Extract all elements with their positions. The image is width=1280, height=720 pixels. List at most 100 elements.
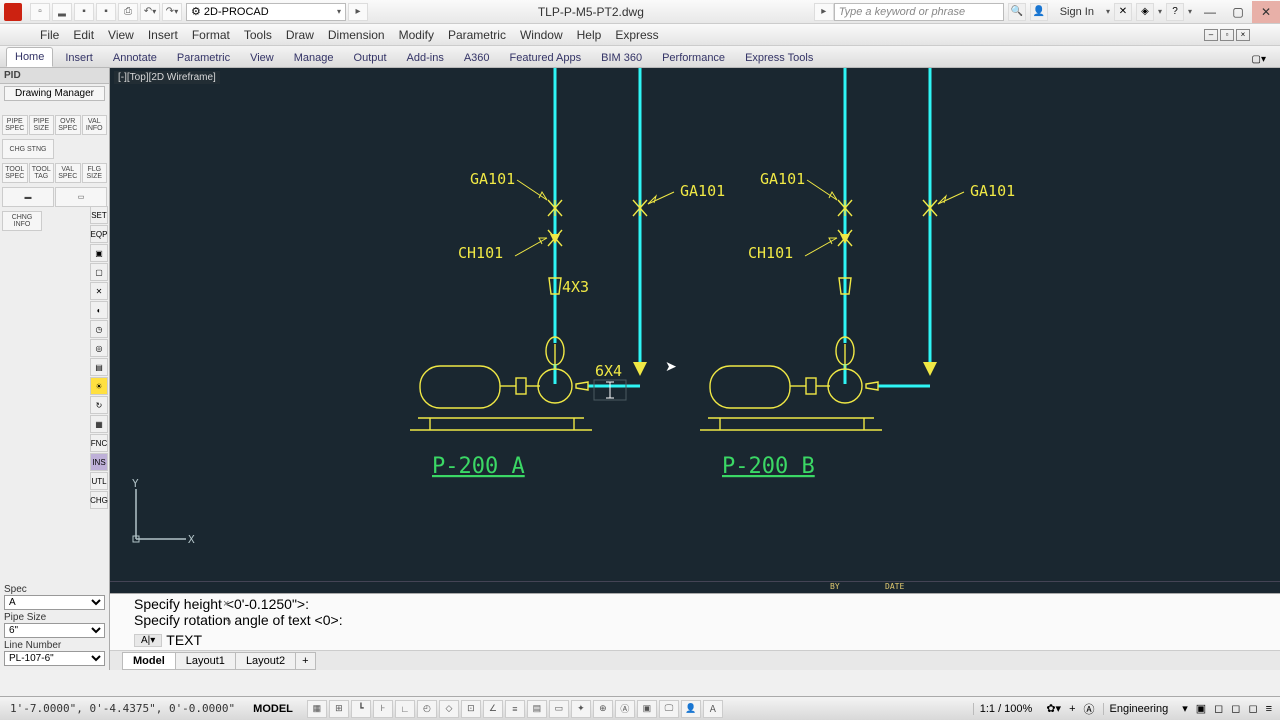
pal-r-rot[interactable]: ↻: [90, 396, 108, 414]
qat-new-icon[interactable]: ▫: [30, 3, 50, 21]
a360-icon[interactable]: ◈: [1136, 3, 1154, 21]
pal-r-chg[interactable]: CHG: [90, 491, 108, 509]
status-ortho-icon[interactable]: ∟: [395, 700, 415, 718]
status-custom-icon[interactable]: ≡: [1266, 703, 1272, 715]
qat-undo-icon[interactable]: ↶▾: [140, 3, 160, 21]
pal-tool-tag[interactable]: TOOL TAG: [29, 163, 55, 183]
status-qs-icon[interactable]: ⊕: [593, 700, 613, 718]
pal-r-tnk[interactable]: ▣: [90, 244, 108, 262]
menu-view[interactable]: View: [108, 28, 134, 42]
status-otrack-icon[interactable]: ∠: [483, 700, 503, 718]
status-scale[interactable]: 1:1 / 100%: [973, 703, 1039, 715]
status-plus-icon[interactable]: +: [1069, 703, 1075, 715]
spec-select[interactable]: A: [4, 595, 105, 610]
menu-dimension[interactable]: Dimension: [328, 28, 385, 42]
menu-tools[interactable]: Tools: [244, 28, 272, 42]
exchange-icon[interactable]: ✕: [1114, 3, 1132, 21]
menu-format[interactable]: Format: [192, 28, 230, 42]
tab-parametric[interactable]: Parametric: [169, 49, 238, 67]
status-x1-icon[interactable]: ◻: [1214, 702, 1223, 715]
size-select[interactable]: 6": [4, 623, 105, 638]
tab-layout2[interactable]: Layout2: [235, 652, 296, 670]
tab-add[interactable]: +: [295, 652, 315, 670]
pal-r-box[interactable]: ▦: [90, 415, 108, 433]
tab-home[interactable]: Home: [6, 47, 53, 67]
tab-express-tools[interactable]: Express Tools: [737, 49, 821, 67]
tab-bim360[interactable]: BIM 360: [593, 49, 650, 67]
pal-val-info[interactable]: VAL INFO: [82, 115, 108, 135]
pal-pipe-spec[interactable]: PIPE SPEC: [2, 115, 28, 135]
status-osnap-icon[interactable]: ⊡: [461, 700, 481, 718]
search-back-icon[interactable]: ▸: [814, 3, 834, 21]
pal-r-fnc[interactable]: FNC: [90, 434, 108, 452]
pal-r-utl[interactable]: UTL: [90, 472, 108, 490]
ribbon-collapse-icon[interactable]: ▢▾: [1244, 52, 1274, 67]
a360-dropdown-icon[interactable]: ▾: [1158, 7, 1162, 16]
pal-draw1[interactable]: ▬: [2, 187, 54, 207]
minimize-button[interactable]: —: [1196, 1, 1224, 23]
status-ppl-icon[interactable]: 👤: [681, 700, 701, 718]
status-grid-icon[interactable]: ▦: [307, 700, 327, 718]
pal-r-vsl[interactable]: ▢: [90, 263, 108, 281]
pal-r-cmp[interactable]: ◎: [90, 339, 108, 357]
status-gear1-icon[interactable]: ✿▾: [1046, 702, 1061, 715]
menu-window[interactable]: Window: [520, 28, 563, 42]
qat-redo-icon[interactable]: ↷▾: [162, 3, 182, 21]
pal-ovr-spec[interactable]: OVR SPEC: [55, 115, 81, 135]
signin-dropdown-icon[interactable]: ▾: [1106, 7, 1110, 16]
tab-layout1[interactable]: Layout1: [175, 652, 236, 670]
pal-r-str[interactable]: ▤: [90, 358, 108, 376]
qat-save-icon[interactable]: ▪: [74, 3, 94, 21]
cmd-handle-icon[interactable]: ↘: [223, 614, 239, 627]
status-sel-icon[interactable]: ▭: [549, 700, 569, 718]
status-ann-icon[interactable]: Ⓐ: [615, 700, 635, 718]
status-trn-icon[interactable]: ▤: [527, 700, 547, 718]
menu-express[interactable]: Express: [615, 28, 658, 42]
tab-model[interactable]: Model: [122, 652, 176, 670]
pal-r-eqp[interactable]: EQP: [90, 225, 108, 243]
pal-r-sun[interactable]: ☀: [90, 377, 108, 395]
status-infer-icon[interactable]: ┗: [351, 700, 371, 718]
doc-restore-icon[interactable]: ▫: [1220, 29, 1234, 41]
pal-r-ins[interactable]: INS: [90, 453, 108, 471]
tab-insert[interactable]: Insert: [57, 49, 101, 67]
pal-r-xch[interactable]: ✕: [90, 282, 108, 300]
cmd-close-icon[interactable]: ×: [223, 598, 239, 610]
pal-val-spec[interactable]: VAL SPEC: [55, 163, 81, 183]
status-mon-icon[interactable]: 🖵: [659, 700, 679, 718]
pal-chg-stng[interactable]: CHG STNG: [2, 139, 54, 159]
drawing-canvas[interactable]: [-][Top][2D Wireframe] GA101 CH: [110, 68, 1280, 581]
search-input[interactable]: Type a keyword or phrase: [834, 3, 1004, 21]
pal-tool-spec[interactable]: TOOL SPEC: [2, 163, 28, 183]
qat-open-icon[interactable]: ▂: [52, 3, 72, 21]
status-x3-icon[interactable]: ◻: [1248, 702, 1257, 715]
menu-draw[interactable]: Draw: [286, 28, 314, 42]
tab-manage[interactable]: Manage: [286, 49, 342, 67]
menu-parametric[interactable]: Parametric: [448, 28, 506, 42]
tab-output[interactable]: Output: [346, 49, 395, 67]
menu-edit[interactable]: Edit: [73, 28, 94, 42]
tab-annotate[interactable]: Annotate: [105, 49, 165, 67]
tab-performance[interactable]: Performance: [654, 49, 733, 67]
help-icon[interactable]: ?: [1166, 3, 1184, 21]
user-icon[interactable]: 👤: [1030, 3, 1048, 21]
pal-chng-info[interactable]: CHNG INFO: [2, 211, 42, 231]
menu-modify[interactable]: Modify: [399, 28, 434, 42]
signin-link[interactable]: Sign In: [1052, 6, 1102, 18]
status-a1-icon[interactable]: Ⓐ: [1084, 701, 1095, 717]
qat-print-icon[interactable]: ⎙: [118, 3, 138, 21]
ws-more-icon[interactable]: ▸: [348, 3, 368, 21]
tab-addins[interactable]: Add-ins: [399, 49, 452, 67]
status-lock-icon[interactable]: ▣: [1196, 702, 1206, 715]
workspace-select[interactable]: ⚙ 2D-PROCAD ▾: [186, 3, 346, 21]
close-button[interactable]: ✕: [1252, 1, 1280, 23]
menu-help[interactable]: Help: [577, 28, 602, 42]
line-select[interactable]: PL-107-6": [4, 651, 105, 666]
status-snap-icon[interactable]: ⊞: [329, 700, 349, 718]
status-x2-icon[interactable]: ◻: [1231, 702, 1240, 715]
tab-view[interactable]: View: [242, 49, 282, 67]
qat-saveas-icon[interactable]: ▪: [96, 3, 116, 21]
status-polar-icon[interactable]: ◴: [417, 700, 437, 718]
status-iso-icon[interactable]: ◇: [439, 700, 459, 718]
maximize-button[interactable]: ▢: [1224, 1, 1252, 23]
